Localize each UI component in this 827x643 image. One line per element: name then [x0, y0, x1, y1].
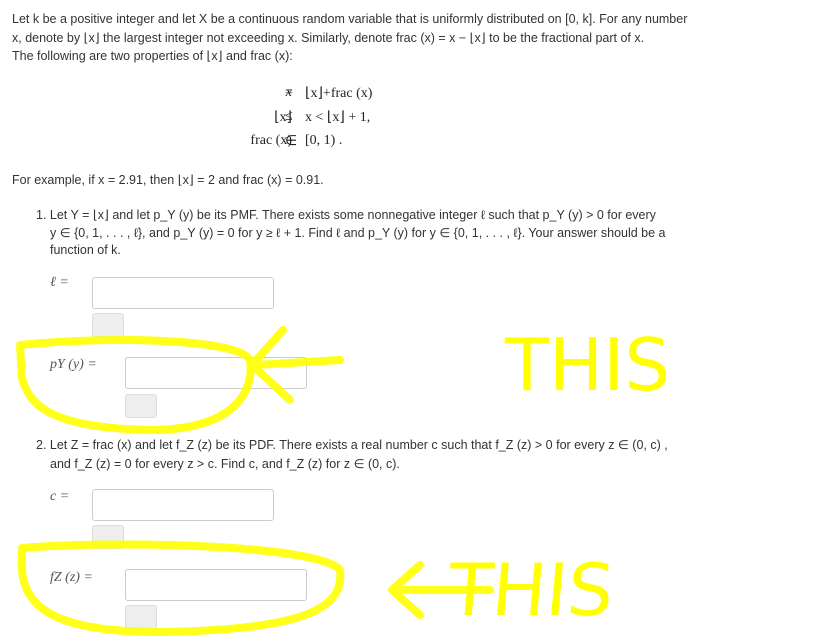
intro-line-2: x, denote by ⌊x⌋ the largest integer not… — [12, 31, 645, 45]
label-pmf: pY (y) = — [50, 357, 97, 372]
yellow-annotation-overlay: THIS THIS — [16, 323, 670, 636]
eq2-rhs: x < ⌊x⌋ + 1, — [305, 110, 371, 125]
ell-input[interactable] — [92, 277, 274, 309]
label-pdf: fZ (z) = — [50, 570, 93, 585]
example-text: For example, if x = 2.91, then ⌊x⌋ = 2 a… — [12, 173, 324, 187]
arrow-2 — [388, 561, 494, 619]
c-input[interactable] — [92, 489, 274, 521]
intro-line-3: The following are two properties of ⌊x⌋ … — [12, 49, 293, 63]
annotation-this-2: THIS — [444, 549, 617, 633]
c-submit-button[interactable] — [92, 525, 124, 549]
q1-line-1: 1. Let Y = ⌊x⌋ and let p_Y (y) be its PM… — [36, 208, 656, 222]
intro-line-1: Let k be a positive integer and let X be… — [12, 12, 688, 26]
pdf-submit-button[interactable] — [125, 605, 157, 629]
q2-line-2: and f_Z (z) = 0 for every z > c. Find c,… — [50, 457, 400, 471]
ell-submit-button[interactable] — [92, 313, 124, 337]
pdf-input[interactable] — [125, 569, 307, 601]
label-c: c = — [50, 489, 70, 504]
q1-line-2: y ∈ {0, 1, . . . , ℓ}, and p_Y (y) = 0 f… — [50, 226, 666, 240]
eq1-rel: = — [285, 85, 293, 100]
eq2-rel: ≤ — [285, 109, 293, 124]
label-ell: ℓ = — [50, 275, 69, 290]
annotation-this-1: THIS — [504, 323, 670, 407]
eq3-rhs: [0, 1) . — [305, 133, 343, 148]
pmf-input[interactable] — [125, 357, 307, 389]
q2-line-1: 2. Let Z = frac (x) and let f_Z (z) be i… — [36, 438, 668, 452]
eq3-rel: ∈ — [285, 134, 298, 149]
eq1-rhs: ⌊x⌋+frac (x) — [305, 86, 373, 101]
pmf-submit-button[interactable] — [125, 394, 157, 418]
q1-line-3: function of k. — [50, 243, 121, 257]
